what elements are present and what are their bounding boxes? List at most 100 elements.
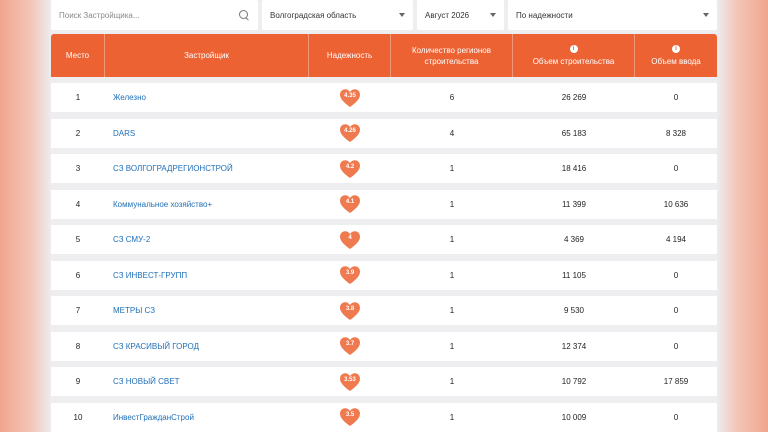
heart-icon: 4.1 [339, 194, 361, 214]
regions-count: 1 [449, 377, 455, 386]
heart-icon: 4 [339, 230, 361, 250]
reliability-rating: 4.2 [309, 154, 391, 183]
row-place: 1 [75, 93, 81, 102]
commissioning-volume: 8 328 [665, 128, 687, 138]
table-row: 2 DARS 4.26 4 65 183 8 328 [51, 118, 717, 148]
developer-link[interactable]: СЗ НОВЫЙ СВЕТ [105, 367, 309, 396]
rating-value: 3.8 [345, 305, 355, 312]
developer-link[interactable]: СЗ ВОЛГОГРАДРЕГИОНСТРОЙ [105, 154, 309, 183]
heart-icon: 3.53 [339, 372, 361, 392]
filter-bar: Поиск Застройщика... Волгоградская облас… [51, 0, 717, 30]
column-header-label: Надежность [326, 51, 373, 60]
column-header-place[interactable]: Место [51, 34, 105, 77]
rating-table-container: Поиск Застройщика... Волгоградская облас… [51, 0, 717, 432]
row-place: 3 [75, 164, 81, 173]
regions-count: 1 [449, 199, 455, 209]
developer-link[interactable]: DARS [105, 119, 309, 148]
rating-value: 3.9 [345, 270, 355, 276]
column-header-construction[interactable]: i Объем строительства [513, 34, 635, 77]
commissioning-volume: 0 [673, 270, 679, 280]
row-place: 2 [75, 128, 81, 138]
heart-icon: 3.9 [339, 265, 361, 285]
developer-link[interactable]: СЗ СМУ-2 [105, 225, 309, 254]
construction-volume: 11 105 [562, 270, 586, 280]
regions-count: 1 [449, 306, 455, 315]
heart-icon: 4.35 [339, 88, 361, 108]
sort-select[interactable]: По надежности [508, 0, 717, 30]
heart-icon: 3.5 [339, 407, 361, 427]
chevron-down-icon [703, 13, 709, 17]
table-row: 10 ИнвестГражданСтрой 3.5 1 10 009 0 [51, 402, 717, 432]
row-place: 9 [75, 377, 81, 386]
reliability-rating: 3.9 [309, 261, 391, 290]
sort-select-value: По надежности [516, 10, 573, 20]
heart-icon: 3.7 [339, 336, 361, 356]
regions-count: 4 [449, 128, 455, 138]
rating-value: 4.35 [344, 92, 356, 99]
row-place: 8 [75, 341, 81, 351]
search-icon[interactable] [239, 9, 250, 21]
developer-link[interactable]: МЕТРЫ СЗ [105, 296, 309, 325]
column-header-reliability[interactable]: Надежность [309, 34, 391, 77]
region-select[interactable]: Волгоградская область [262, 0, 413, 30]
rating-value: 3.5 [345, 412, 355, 418]
month-select[interactable]: Август 2026 [417, 0, 504, 30]
heart-icon: 4.2 [339, 159, 361, 179]
reliability-rating: 4.26 [309, 119, 391, 148]
construction-volume: 9 530 [563, 306, 585, 315]
row-place: 6 [75, 270, 81, 280]
month-select-value: Август 2026 [425, 10, 470, 20]
rating-value: 4.2 [345, 163, 355, 170]
table-header: Место Застройщик Надежность Количество р… [51, 34, 717, 77]
column-header-label: Объем ввода [651, 56, 701, 66]
left-edge-decoration [0, 0, 52, 432]
row-place: 5 [75, 235, 81, 244]
search-placeholder: Поиск Застройщика... [59, 10, 140, 20]
developer-link[interactable]: СЗ КРАСИВЫЙ ГОРОД [105, 332, 309, 361]
commissioning-volume: 0 [673, 93, 679, 102]
column-header-developer[interactable]: Застройщик [105, 34, 309, 77]
developer-link[interactable]: Коммунальное хозяйство+ [105, 190, 309, 219]
developer-link[interactable]: Железно [105, 83, 309, 112]
column-header-commissioning[interactable]: i Объем ввода [635, 34, 717, 77]
column-header-regions[interactable]: Количество регионов строительства [391, 34, 513, 77]
info-icon[interactable]: i [672, 44, 680, 53]
column-header-label: Место [65, 51, 90, 60]
construction-volume: 10 009 [561, 412, 587, 422]
column-header-label: Застройщик [184, 51, 229, 60]
table-row: 8 СЗ КРАСИВЫЙ ГОРОД 3.7 1 12 374 0 [51, 331, 717, 361]
reliability-rating: 4.1 [309, 190, 391, 219]
rating-value: 3.53 [344, 376, 356, 383]
reliability-rating: 3.53 [309, 367, 391, 396]
commissioning-volume: 0 [673, 164, 679, 173]
table-row: 1 Железно 4.35 6 26 269 0 [51, 83, 717, 112]
reliability-rating: 3.8 [309, 296, 391, 325]
construction-volume: 18 416 [561, 164, 587, 173]
right-edge-decoration [716, 0, 768, 432]
construction-volume: 10 792 [561, 377, 587, 386]
commissioning-volume: 0 [673, 341, 679, 351]
construction-volume: 12 374 [561, 341, 587, 351]
commissioning-volume: 10 636 [663, 199, 689, 209]
table-row: 5 СЗ СМУ-2 4 1 4 369 4 194 [51, 225, 717, 254]
column-header-label: Количество регионов строительства [411, 45, 492, 66]
table-row: 7 МЕТРЫ СЗ 3.8 1 9 530 0 [51, 296, 717, 325]
region-select-value: Волгоградская область [270, 10, 357, 20]
rating-value: 3.7 [345, 341, 355, 347]
developer-link[interactable]: СЗ ИНВЕСТ-ГРУПП [105, 261, 309, 290]
developer-link[interactable]: ИнвестГражданСтрой [105, 403, 309, 432]
row-place: 4 [75, 199, 81, 209]
info-icon[interactable]: i [569, 44, 578, 53]
table-row: 9 СЗ НОВЫЙ СВЕТ 3.53 1 10 792 17 859 [51, 367, 717, 396]
reliability-rating: 3.7 [309, 332, 391, 361]
row-place: 7 [75, 306, 81, 315]
reliability-rating: 3.5 [309, 403, 391, 432]
table-row: 6 СЗ ИНВЕСТ-ГРУПП 3.9 1 11 105 0 [51, 260, 717, 290]
chevron-down-icon [399, 13, 405, 17]
table-body: 1 Железно 4.35 6 26 269 0 2 DARS 4.26 4 … [51, 83, 717, 432]
commissioning-volume: 0 [673, 412, 679, 422]
regions-count: 6 [449, 93, 455, 102]
construction-volume: 65 183 [561, 128, 587, 138]
chevron-down-icon [490, 13, 496, 17]
developer-search-input[interactable]: Поиск Застройщика... [51, 0, 258, 30]
